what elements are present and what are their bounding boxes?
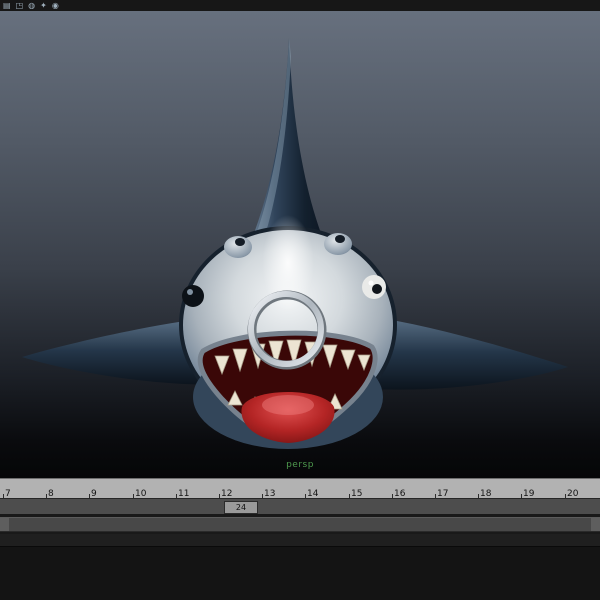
timeline-frame-label: 10 — [133, 489, 147, 499]
timeline-frame-label: 17 — [435, 489, 449, 499]
timeline-frame-label: 8 — [46, 489, 54, 499]
timeline-frame-label: 11 — [176, 489, 190, 499]
camera-label: persp — [286, 460, 314, 470]
timeline-frame-label: 13 — [262, 489, 276, 499]
timeline-frame-label: 20 — [565, 489, 579, 499]
panel-menu-icon[interactable]: ▤ — [3, 1, 11, 10]
timeline-frame-label: 19 — [521, 489, 535, 499]
range-slider-row — [0, 514, 600, 534]
range-handle-left[interactable] — [0, 518, 9, 531]
timeline-frame-label: 7 — [3, 489, 11, 499]
range-slider[interactable] — [0, 517, 600, 532]
timeline-frame-label: 12 — [219, 489, 233, 499]
viewport-3d[interactable]: persp — [0, 11, 600, 478]
shark-model — [22, 38, 568, 449]
timeline-frame-label: 14 — [305, 489, 319, 499]
maya-window: ▤ ◳ ◍ ✦ ◉ persp 7 8 9 10 11 12 13 14 15 … — [0, 0, 600, 600]
playback-controls-row: 24 — [0, 498, 600, 514]
bottom-panel-strip — [0, 534, 600, 547]
panel-toolbar: ▤ ◳ ◍ ✦ ◉ — [0, 0, 600, 11]
light-icon[interactable]: ✦ — [40, 1, 47, 10]
timeline-frame-label: 9 — [89, 489, 97, 499]
range-handle-right[interactable] — [591, 518, 600, 531]
cube-icon[interactable]: ◳ — [16, 1, 24, 10]
timeline-frame-label: 16 — [392, 489, 406, 499]
current-frame-field[interactable]: 24 — [224, 501, 258, 514]
camera-icon[interactable]: ◉ — [52, 1, 59, 10]
bottom-panel — [0, 534, 600, 600]
timeline-frame-label: 18 — [478, 489, 492, 499]
sphere-icon[interactable]: ◍ — [28, 1, 35, 10]
timeline-frame-label: 15 — [349, 489, 363, 499]
timeline-scrubber[interactable]: 7 8 9 10 11 12 13 14 15 16 17 18 19 20 — [0, 478, 600, 499]
